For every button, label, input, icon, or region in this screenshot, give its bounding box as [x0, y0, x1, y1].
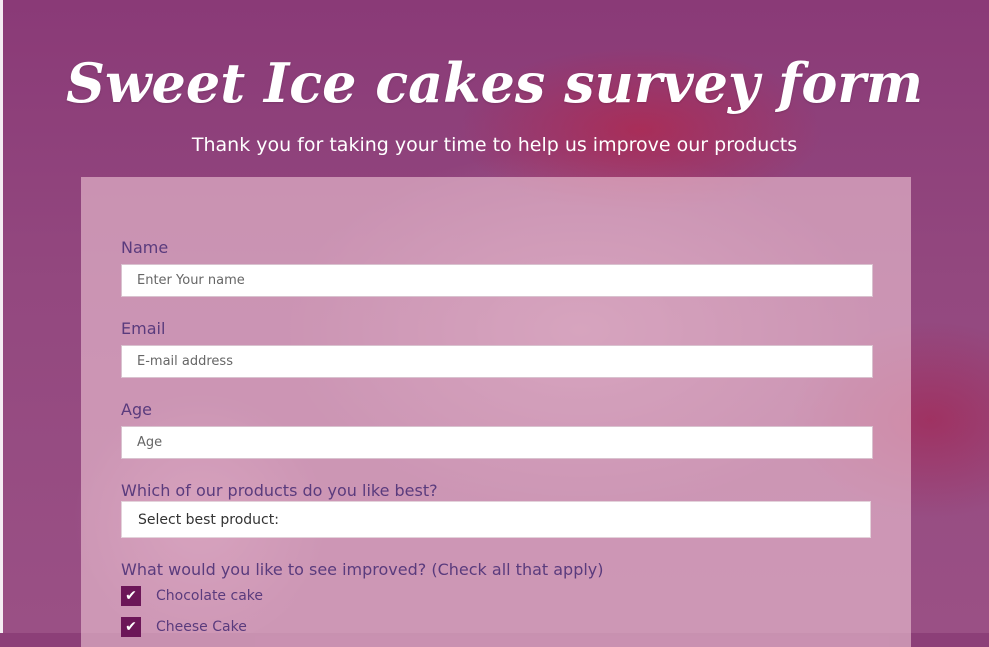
name-input[interactable]	[121, 264, 873, 297]
survey-form: Name Email Age Which of our products do …	[81, 177, 911, 647]
name-label: Name	[121, 238, 169, 257]
age-label: Age	[121, 400, 152, 419]
checkbox-label: Chocolate cake	[156, 588, 263, 604]
email-label: Email	[121, 319, 166, 338]
checkbox-label: Cheese Cake	[156, 619, 247, 635]
best-product-select[interactable]: Select best product:	[121, 501, 871, 538]
page-subtitle: Thank you for taking your time to help u…	[191, 134, 798, 156]
best-product-select-value: Select best product:	[138, 511, 279, 528]
age-input[interactable]	[121, 426, 873, 459]
checkmark-icon[interactable]: ✔	[121, 586, 141, 606]
email-input[interactable]	[121, 345, 873, 378]
checkbox-chocolate-cake[interactable]: ✔ Chocolate cake	[121, 586, 263, 606]
product-label: Which of our products do you like best?	[121, 481, 438, 500]
improve-label: What would you like to see improved? (Ch…	[121, 560, 604, 579]
checkmark-icon[interactable]: ✔	[121, 617, 141, 637]
checkbox-cheese-cake[interactable]: ✔ Cheese Cake	[121, 617, 247, 637]
page-title: Sweet Ice cakes survey form	[66, 51, 923, 115]
